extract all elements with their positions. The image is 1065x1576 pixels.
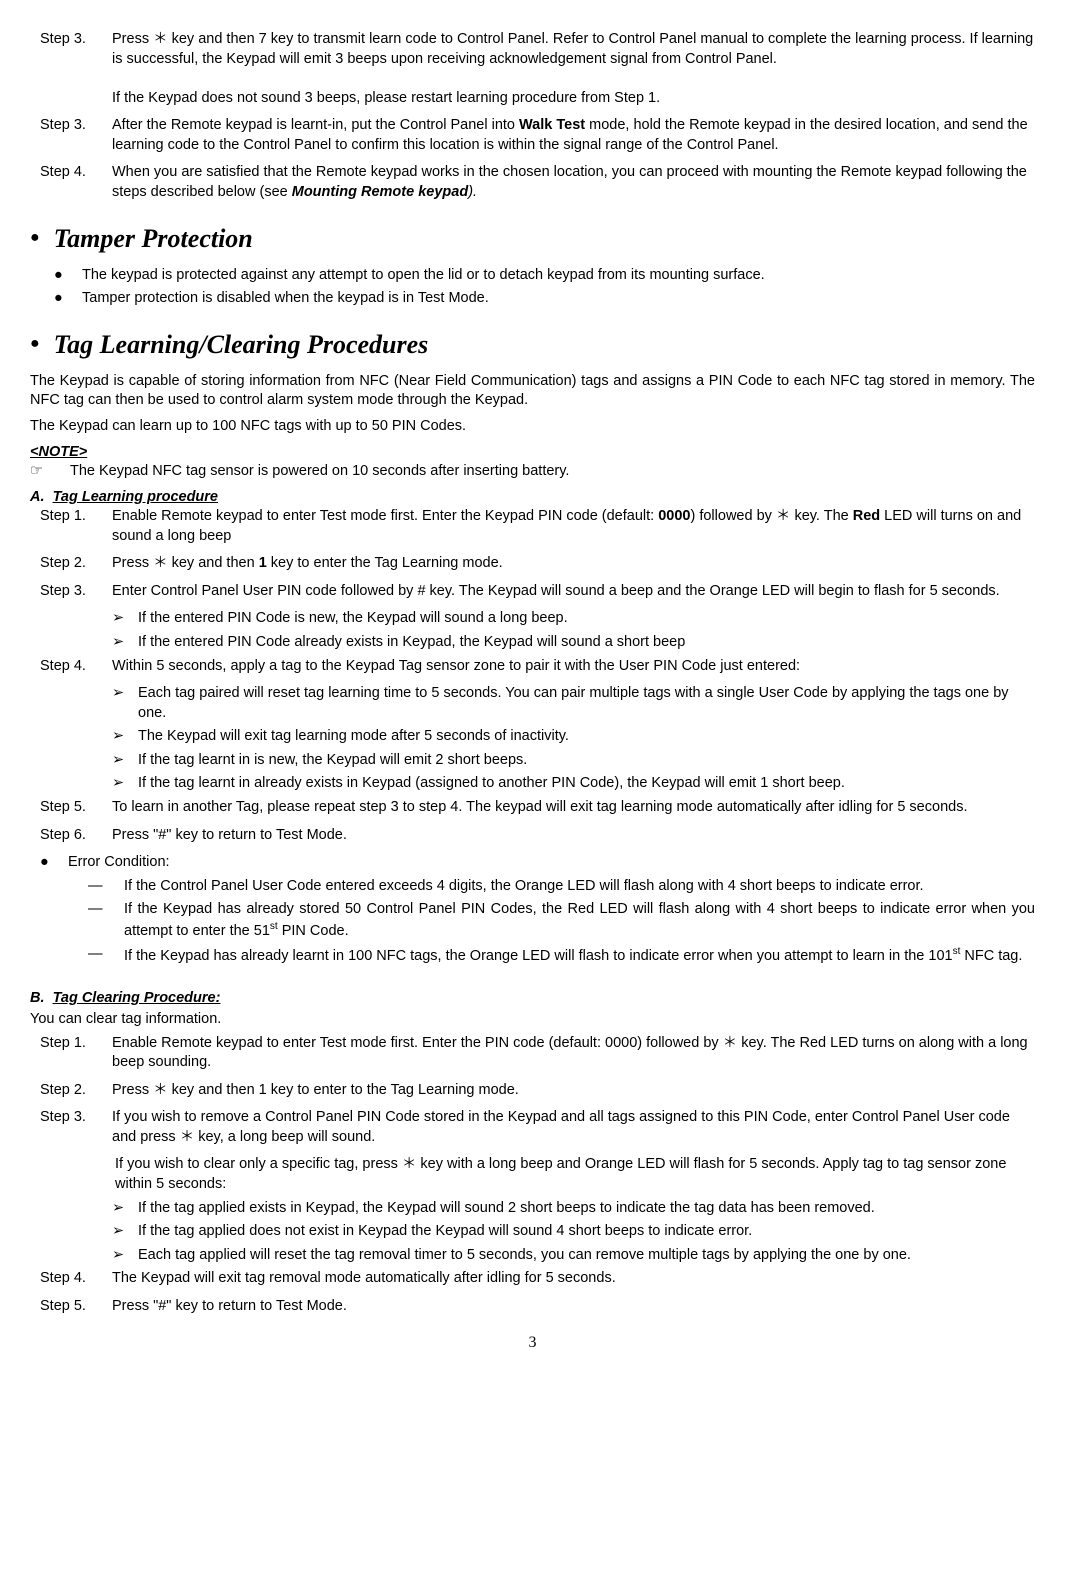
learnA-step4-sub2: ➢The Keypad will exit tag learning mode … — [112, 727, 1035, 747]
clearB-step-2: Step 2. Press ＊ key and then 1 key to en… — [40, 1081, 1035, 1101]
page-number: 3 — [30, 1332, 1035, 1354]
learnA-step4-sub4: ➢If the tag learnt in already exists in … — [112, 774, 1035, 794]
clearB-step-4: Step 4. The Keypad will exit tag removal… — [40, 1269, 1035, 1289]
bullet-icon: ● — [40, 853, 68, 873]
step-3-walk-test: Step 3. After the Remote keypad is learn… — [40, 116, 1035, 155]
arrow-icon: ➢ — [112, 774, 138, 794]
learnA-step-5: Step 5. To learn in another Tag, please … — [40, 798, 1035, 818]
learnA-step3-sub1: ➢If the entered PIN Code is new, the Key… — [112, 609, 1035, 629]
clearB-step3-sub3: ➢Each tag applied will reset the tag rem… — [112, 1246, 1035, 1266]
step-label: Step 4. — [40, 163, 112, 202]
clearB-step-1: Step 1. Enable Remote keypad to enter Te… — [40, 1034, 1035, 1073]
dash-icon: — — [88, 900, 124, 941]
bullet-icon: ● — [54, 289, 82, 309]
note-heading: <NOTE> — [30, 443, 1035, 463]
section-b-heading: B. Tag Clearing Procedure: — [30, 989, 1035, 1009]
arrow-icon: ➢ — [112, 751, 138, 771]
error-condition-heading: ● Error Condition: — [40, 853, 1035, 873]
learnA-step3-sub2: ➢If the entered PIN Code already exists … — [112, 633, 1035, 653]
arrow-icon: ➢ — [112, 1199, 138, 1219]
arrow-icon: ➢ — [112, 684, 138, 723]
arrow-icon: ➢ — [112, 1222, 138, 1242]
clearB-step-3: Step 3. If you wish to remove a Control … — [40, 1108, 1035, 1147]
tamper-bullet-2: ● Tamper protection is disabled when the… — [54, 289, 1035, 309]
clearB-intro: You can clear tag information. — [30, 1010, 1035, 1030]
bullet-icon: ● — [54, 266, 82, 286]
tag-intro-p2: The Keypad can learn up to 100 NFC tags … — [30, 417, 1035, 437]
step-4-mount: Step 4. When you are satisfied that the … — [40, 163, 1035, 202]
arrow-icon: ➢ — [112, 727, 138, 747]
tag-intro-p1: The Keypad is capable of storing informa… — [30, 372, 1035, 411]
bullet-icon: ● — [30, 227, 40, 249]
learnA-step4-sub3: ➢If the tag learnt in is new, the Keypad… — [112, 751, 1035, 771]
step-label: Step 3. — [40, 30, 112, 108]
arrow-icon: ➢ — [112, 609, 138, 629]
step-text: After the Remote keypad is learnt-in, pu… — [112, 116, 1035, 155]
step-3-transmit: Step 3. Press ＊ key and then 7 key to tr… — [40, 30, 1035, 108]
learnA-step-6: Step 6. Press "#" key to return to Test … — [40, 826, 1035, 846]
clearB-step-3-p2: If you wish to clear only a specific tag… — [115, 1155, 1035, 1194]
clearB-step3-sub2: ➢If the tag applied does not exist in Ke… — [112, 1222, 1035, 1242]
dash-icon: — — [88, 877, 124, 897]
step-text: Press ＊ key and then 7 key to transmit l… — [112, 30, 1035, 108]
learnA-step-1: Step 1. Enable Remote keypad to enter Te… — [40, 507, 1035, 546]
arrow-icon: ➢ — [112, 1246, 138, 1266]
note-item: ☞ The Keypad NFC tag sensor is powered o… — [30, 462, 1035, 482]
bullet-icon: ● — [30, 333, 40, 355]
learnA-step-4: Step 4. Within 5 seconds, apply a tag to… — [40, 657, 1035, 677]
heading-tamper-protection: ● Tamper Protection — [30, 221, 1035, 256]
clearB-step-5: Step 5. Press "#" key to return to Test … — [40, 1297, 1035, 1317]
learnA-step4-sub1: ➢Each tag paired will reset tag learning… — [112, 684, 1035, 723]
step-text: When you are satisfied that the Remote k… — [112, 163, 1035, 202]
clearB-step3-sub1: ➢If the tag applied exists in Keypad, th… — [112, 1199, 1035, 1219]
step-label: Step 3. — [40, 116, 112, 155]
error-2: —If the Keypad has already stored 50 Con… — [88, 900, 1035, 941]
error-3: —If the Keypad has already learnt in 100… — [88, 945, 1035, 966]
tamper-bullet-1: ● The keypad is protected against any at… — [54, 266, 1035, 286]
dash-icon: — — [88, 945, 124, 966]
section-a-heading: A. Tag Learning procedure — [30, 488, 1035, 508]
heading-tag-procedures: ● Tag Learning/Clearing Procedures — [30, 327, 1035, 362]
learnA-step-2: Step 2. Press ＊ key and then 1 key to en… — [40, 554, 1035, 574]
learnA-step-3: Step 3. Enter Control Panel User PIN cod… — [40, 582, 1035, 602]
pointing-hand-icon: ☞ — [30, 462, 70, 482]
error-1: —If the Control Panel User Code entered … — [88, 877, 1035, 897]
arrow-icon: ➢ — [112, 633, 138, 653]
